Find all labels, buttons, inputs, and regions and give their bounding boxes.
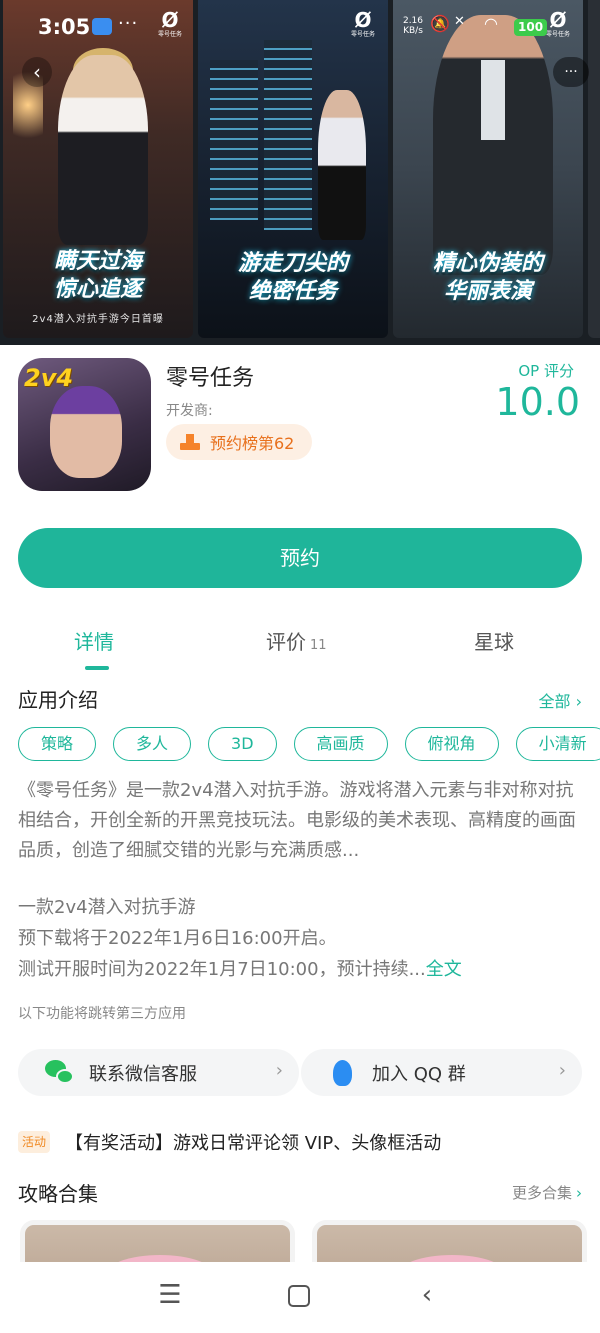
guides-more-link[interactable]: 更多合集 ›	[512, 1182, 582, 1203]
app-icon[interactable]: 2v4	[18, 358, 151, 491]
detail-line: 预下载将于2022年1月6日16:00开启。	[18, 928, 337, 949]
slogan: 精心伪装的 华丽表演	[432, 251, 543, 304]
mute-icon: 🔕	[430, 14, 450, 33]
status-bar: 3:05 ··· 2.16 KB/s 🔕 ✕ ◠ 100	[0, 0, 600, 52]
rank-text: 预约榜第62	[210, 434, 295, 453]
recent-apps-icon[interactable]: ☰	[155, 1280, 185, 1310]
tag-chip[interactable]: 小清新	[515, 727, 600, 761]
tagline: 2v4潜入对抗手游今日首曝	[32, 314, 164, 325]
app-icon-badge: 2v4	[24, 364, 74, 392]
character-figure	[318, 90, 366, 240]
rank-badge[interactable]: 预约榜第62	[166, 424, 313, 460]
intro-description: 《零号任务》是一款2v4潜入对抗手游。游戏将潜入元素与非对称对抗相结合，开创全新…	[18, 780, 576, 861]
chevron-right-icon: ›	[576, 1184, 582, 1202]
more-options-button[interactable]: ···	[553, 57, 589, 87]
activity-badge: 活动	[18, 1131, 51, 1153]
wifi-icon: ◠	[484, 14, 498, 33]
tag-chip[interactable]: 高画质	[293, 727, 388, 761]
wechat-service-button[interactable]: 联系微信客服 ›	[18, 1049, 299, 1096]
tag-chip[interactable]: 策略	[18, 727, 97, 761]
detail-line: 测试开服时间为2022年1月7日10:00，预计持续...全文	[18, 959, 462, 980]
tag-list: 策略 多人 3D 高画质 俯视角 小清新	[18, 727, 600, 763]
detail-line: 一款2v4潜入对抗手游	[18, 897, 196, 918]
server-rack	[264, 40, 312, 230]
app-name: 零号任务	[166, 366, 255, 391]
qq-group-button[interactable]: 加入 QQ 群 ›	[301, 1049, 582, 1096]
intro-details: 一款2v4潜入对抗手游 预下载将于2022年1月6日16:00开启。 测试开服时…	[18, 892, 588, 985]
score-label: OP 评分	[518, 362, 574, 380]
tag-chip[interactable]: 多人	[113, 727, 192, 761]
more-notifications-icon: ···	[118, 13, 139, 34]
back-icon[interactable]: ‹	[412, 1280, 442, 1310]
home-icon[interactable]	[283, 1280, 313, 1310]
notification-app-icon	[92, 18, 112, 35]
slogan: 游走刀尖的 绝密任务	[237, 251, 348, 304]
clock: 3:05	[38, 15, 91, 39]
guides-title: 攻略合集	[18, 1182, 98, 1206]
chevron-right-icon: ›	[275, 1060, 283, 1081]
slogan: 瞒天过海 惊心追逐	[53, 249, 142, 302]
tab-planet[interactable]: 星球	[474, 626, 514, 655]
tab-details[interactable]: 详情	[74, 626, 114, 655]
server-rack	[210, 60, 258, 220]
chevron-right-icon: ›	[575, 692, 582, 711]
chevron-right-icon: ›	[558, 1060, 566, 1081]
full-text-link[interactable]: 全文	[426, 959, 462, 980]
character-portrait	[50, 386, 122, 478]
score-value: 10.0	[495, 380, 580, 424]
system-navigation-bar: ☰ ‹	[0, 1262, 600, 1333]
screenshot-carousel[interactable]: Ø 零号任务 瞒天过海 惊心追逐 2v4潜入对抗手游今日首曝 Ø 零号任务 游走刀尖…	[0, 0, 600, 345]
character-figure	[58, 55, 148, 245]
wechat-icon	[45, 1059, 75, 1086]
intro-all-link[interactable]: 全部 ›	[538, 688, 582, 712]
intro-title: 应用介绍	[18, 688, 98, 712]
no-sim-icon: ✕	[454, 14, 465, 29]
wechat-label: 联系微信客服	[89, 1063, 197, 1085]
qq-icon	[328, 1059, 358, 1086]
download-rank-icon	[180, 434, 200, 450]
back-button[interactable]: ‹	[22, 57, 52, 87]
third-party-note: 以下功能将跳转第三方应用	[18, 1006, 186, 1022]
character-shirt	[481, 60, 505, 140]
tab-reviews[interactable]: 评价 11	[266, 626, 327, 655]
tag-chip[interactable]: 3D	[208, 727, 277, 761]
reserve-button[interactable]: 预约	[18, 528, 582, 588]
character-figure	[433, 15, 553, 275]
tab-indicator	[85, 666, 109, 670]
qq-label: 加入 QQ 群	[372, 1063, 466, 1085]
activity-link[interactable]: 【有奖活动】游戏日常评论领 VIP、头像框活动	[65, 1129, 441, 1155]
tab-bar: 详情 评价 11 星球	[0, 620, 600, 672]
network-speed: 2.16 KB/s	[402, 16, 424, 36]
tag-chip[interactable]: 俯视角	[404, 727, 499, 761]
developer-label[interactable]: 开发商:	[166, 400, 213, 420]
battery-icon: 100	[514, 19, 548, 36]
